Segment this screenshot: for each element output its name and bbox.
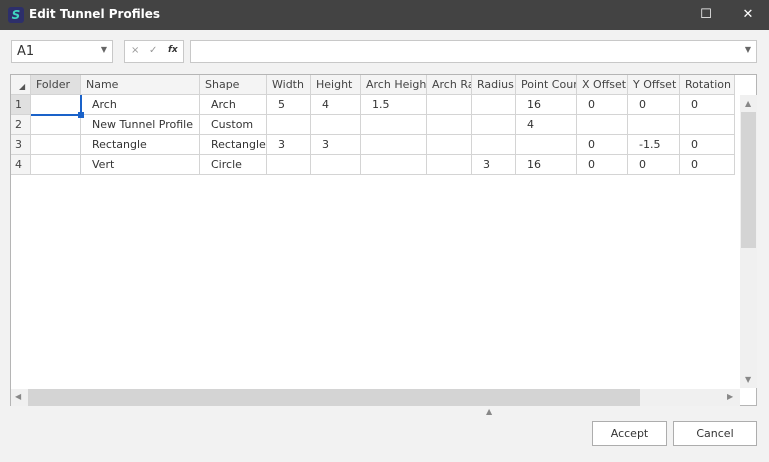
column-header[interactable]: Arch Ratio [427, 75, 472, 95]
chevron-down-icon[interactable]: ▼ [101, 45, 107, 54]
column-header[interactable]: Point Count [516, 75, 577, 95]
table-cell[interactable]: New Tunnel Profile [81, 115, 200, 135]
table-cell[interactable] [472, 115, 516, 135]
collapse-arrow-icon[interactable]: ▲ [486, 407, 492, 416]
table-cell[interactable]: 0 [577, 135, 628, 155]
vertical-scroll-thumb[interactable] [741, 112, 756, 248]
scroll-right-icon[interactable]: ▶ [727, 392, 733, 401]
table-cell[interactable]: Vert [81, 155, 200, 175]
name-box[interactable]: A1 ▼ [11, 40, 113, 63]
row-header[interactable]: 1 [11, 95, 31, 115]
close-button[interactable]: ✕ [728, 0, 768, 30]
table-cell[interactable]: 5 [267, 95, 311, 115]
table-cell[interactable]: 0 [680, 155, 735, 175]
maximize-button[interactable]: ☐ [686, 0, 726, 30]
table-cell[interactable]: Arch [81, 95, 200, 115]
check-icon[interactable]: ✓ [149, 45, 157, 56]
cancel-icon[interactable]: × [131, 45, 139, 56]
table-cell[interactable] [31, 135, 81, 155]
table-cell[interactable] [31, 115, 81, 135]
accept-button[interactable]: Accept [592, 421, 667, 446]
app-logo-icon: S [8, 7, 24, 23]
table-cell[interactable] [577, 115, 628, 135]
column-header[interactable]: Radius [472, 75, 516, 95]
table-cell[interactable]: -1.5 [628, 135, 680, 155]
row-header[interactable]: 4 [11, 155, 31, 175]
table-cell[interactable] [628, 115, 680, 135]
table-cell[interactable]: 3 [311, 135, 361, 155]
title-bar: S Edit Tunnel Profiles ☐ ✕ [0, 0, 769, 30]
table-cell[interactable]: 4 [516, 115, 577, 135]
chevron-down-icon[interactable]: ▼ [745, 45, 751, 54]
function-icon[interactable]: fx [168, 45, 178, 55]
table-cell[interactable] [267, 155, 311, 175]
table-cell[interactable] [472, 135, 516, 155]
table-cell[interactable]: 3 [267, 135, 311, 155]
column-header[interactable]: X Offset [577, 75, 628, 95]
table-cell[interactable]: Rectangle [81, 135, 200, 155]
column-header[interactable]: Rotation [680, 75, 735, 95]
table-cell[interactable]: 1.5 [361, 95, 427, 115]
table-cell[interactable] [31, 95, 81, 115]
formula-input[interactable]: ▼ [190, 40, 757, 63]
table-cell[interactable] [311, 155, 361, 175]
formula-buttons: × ✓ fx [124, 40, 184, 63]
table-cell[interactable]: Circle [200, 155, 267, 175]
row-header[interactable]: 2 [11, 115, 31, 135]
column-header[interactable]: Folder [31, 75, 81, 95]
table-cell[interactable]: 0 [680, 95, 735, 115]
table-cell[interactable] [311, 115, 361, 135]
horizontal-scroll-thumb[interactable] [28, 389, 640, 406]
table-cell[interactable] [361, 135, 427, 155]
table-cell[interactable]: 16 [516, 95, 577, 115]
spreadsheet-grid[interactable]: ▲ ▼ ◀ ▶ ◢ Folder Name Shape Width Height Arch … [10, 74, 757, 406]
table-cell[interactable] [680, 115, 735, 135]
table-cell[interactable] [472, 95, 516, 115]
column-header[interactable]: Arch Height [361, 75, 427, 95]
column-header[interactable]: Name [81, 75, 200, 95]
table-cell[interactable] [31, 155, 81, 175]
scroll-down-icon[interactable]: ▼ [745, 375, 751, 384]
name-box-value: A1 [17, 44, 35, 59]
column-header[interactable]: Y Offset [628, 75, 680, 95]
table-cell[interactable] [267, 115, 311, 135]
table-cell[interactable]: 0 [628, 95, 680, 115]
table-cell[interactable]: 16 [516, 155, 577, 175]
column-header[interactable]: Height [311, 75, 361, 95]
table-cell[interactable]: 0 [577, 155, 628, 175]
table-cell[interactable] [516, 135, 577, 155]
table-cell[interactable] [361, 115, 427, 135]
table-cell[interactable]: 3 [472, 155, 516, 175]
table-cell[interactable] [427, 115, 472, 135]
table-cell[interactable]: 0 [628, 155, 680, 175]
horizontal-scrollbar[interactable]: ◀ ▶ [11, 389, 740, 406]
table-cell[interactable]: 0 [680, 135, 735, 155]
table-cell[interactable]: Rectangle [200, 135, 267, 155]
scroll-up-icon[interactable]: ▲ [745, 99, 751, 108]
table-cell[interactable] [361, 155, 427, 175]
cancel-button[interactable]: Cancel [673, 421, 757, 446]
vertical-scrollbar[interactable]: ▲ ▼ [740, 95, 757, 388]
row-header[interactable]: 3 [11, 135, 31, 155]
select-all-icon[interactable]: ◢ [19, 77, 25, 94]
table-cell[interactable] [427, 135, 472, 155]
window-title: Edit Tunnel Profiles [29, 7, 160, 21]
select-all-corner[interactable]: ◢ [11, 75, 31, 95]
scroll-left-icon[interactable]: ◀ [15, 392, 21, 401]
table-cell[interactable]: 0 [577, 95, 628, 115]
table-cell[interactable] [427, 95, 472, 115]
table-cell[interactable]: Arch [200, 95, 267, 115]
table-cell[interactable]: Custom [200, 115, 267, 135]
column-header[interactable]: Width [267, 75, 311, 95]
table-cell[interactable] [427, 155, 472, 175]
table-cell[interactable]: 4 [311, 95, 361, 115]
column-header[interactable]: Shape [200, 75, 267, 95]
